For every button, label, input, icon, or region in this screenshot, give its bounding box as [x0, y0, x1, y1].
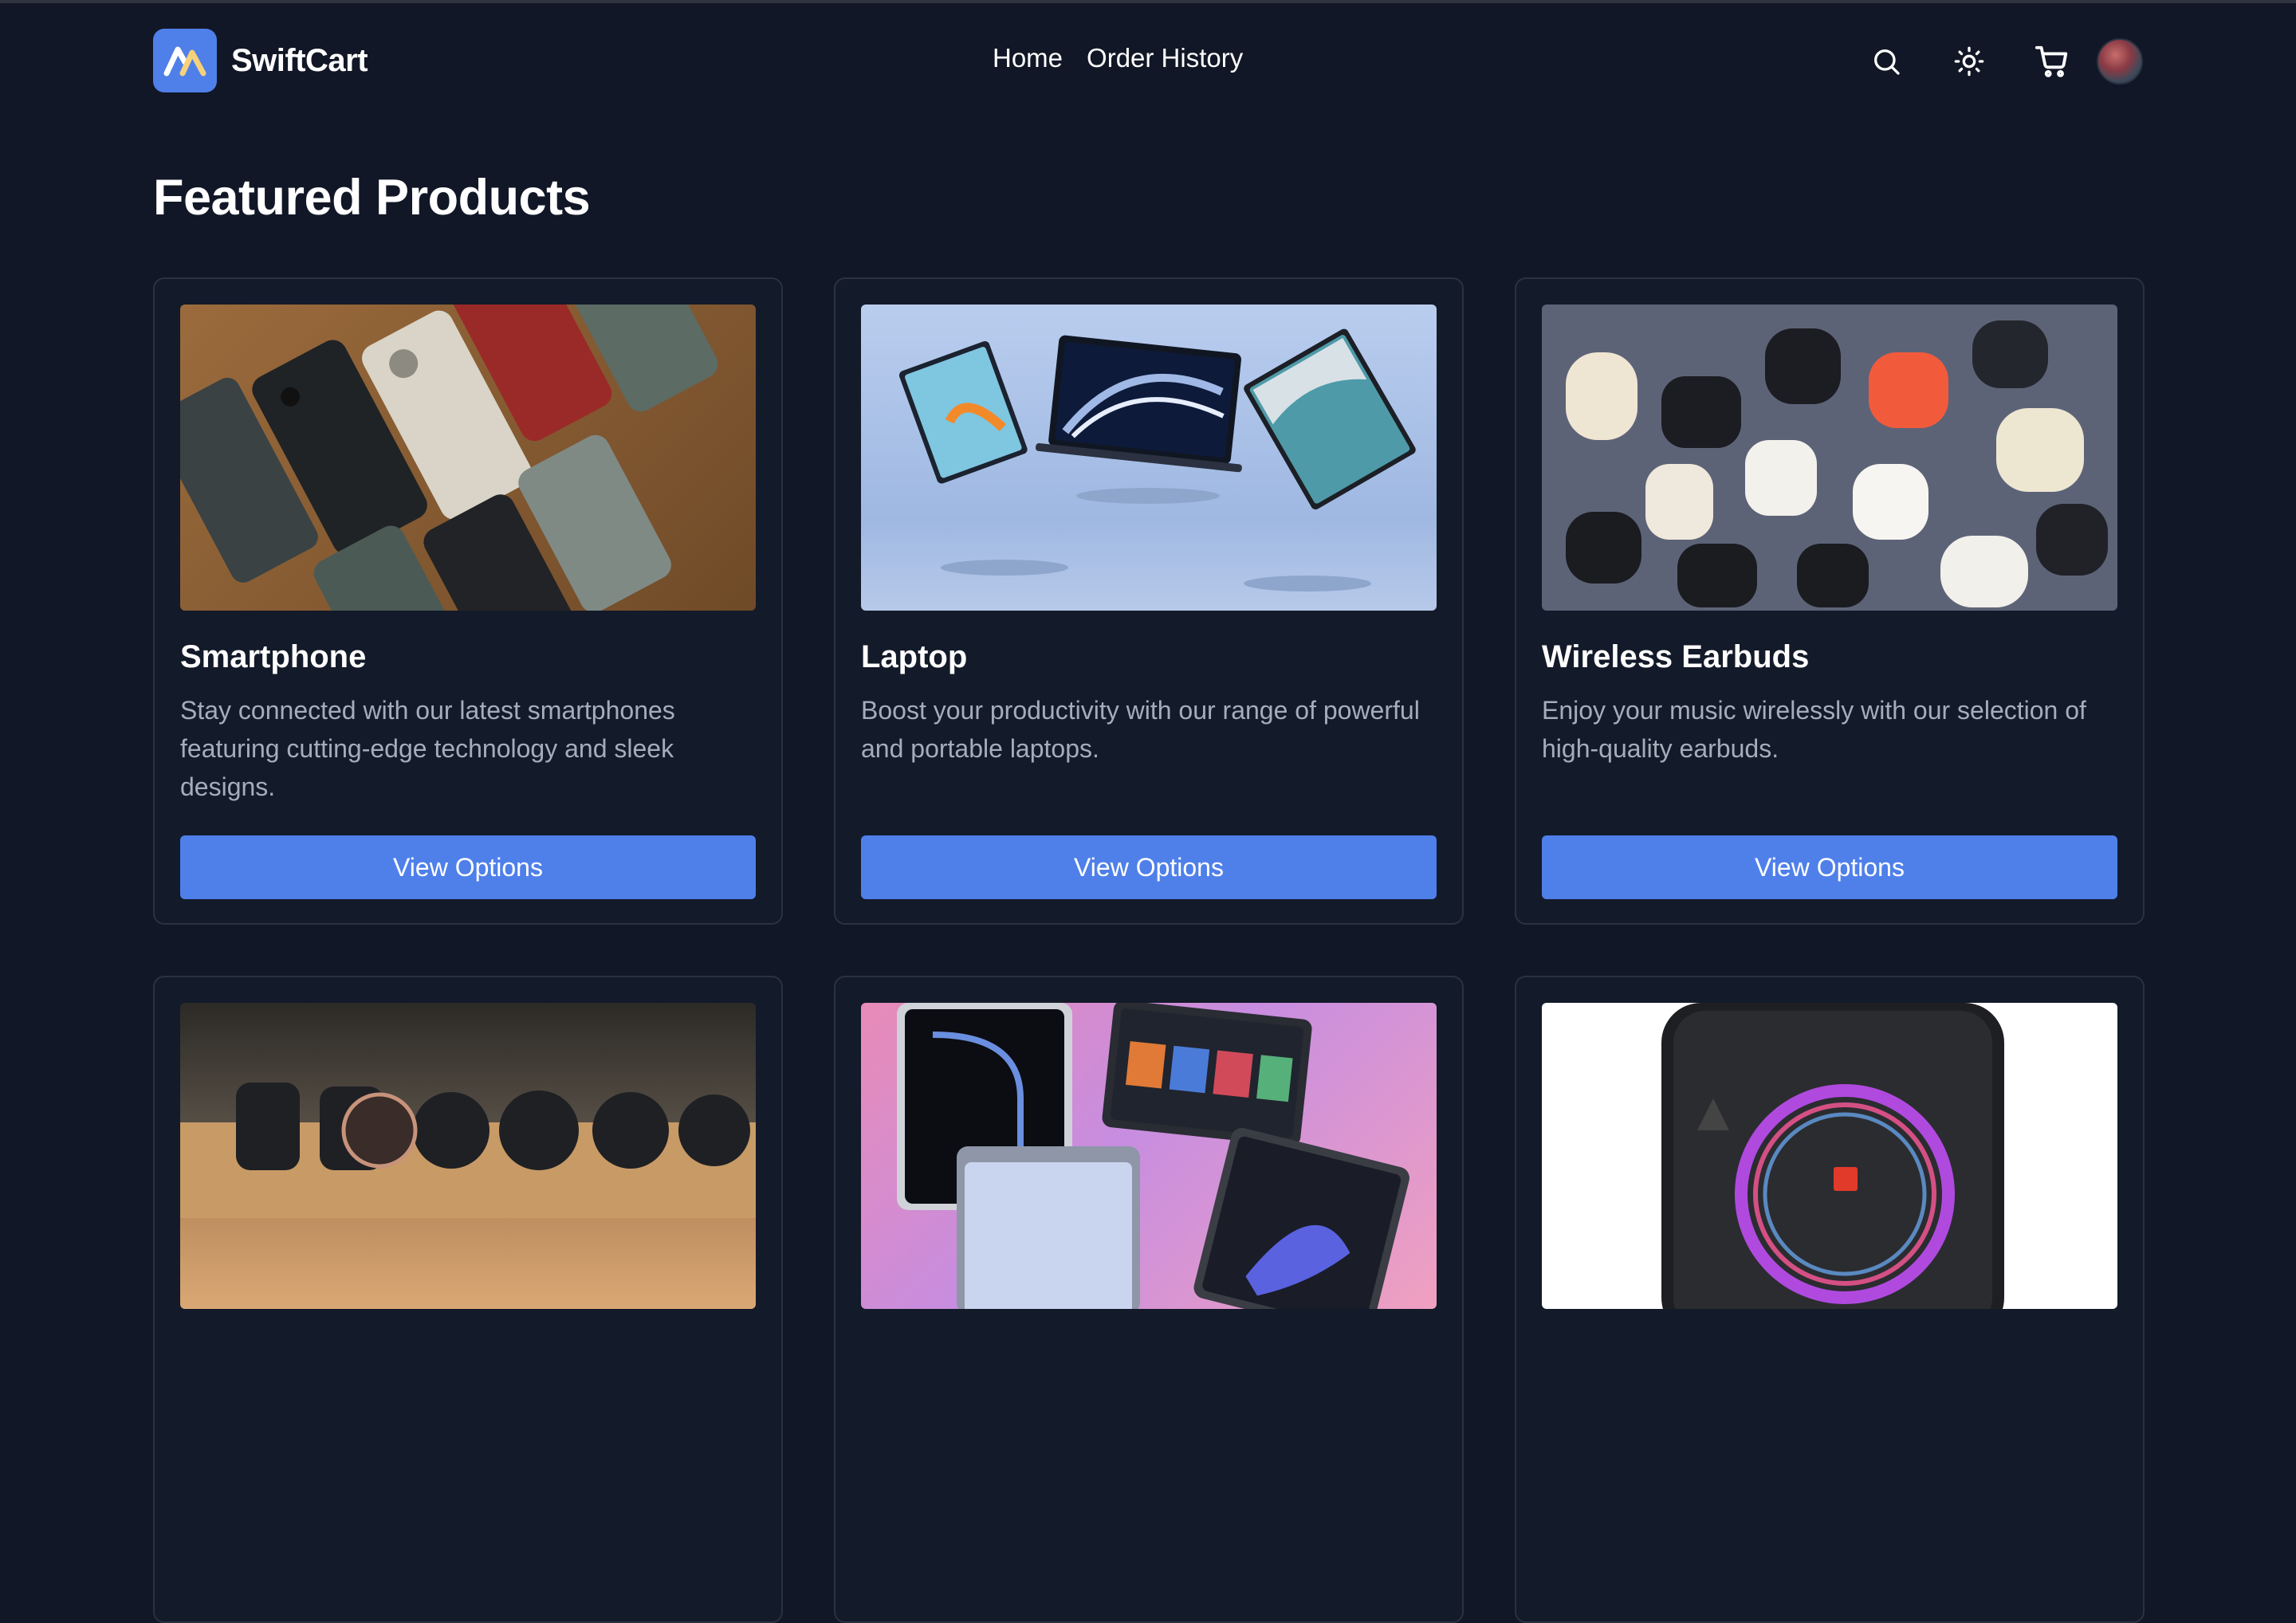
theme-toggle-button[interactable] — [1948, 41, 1990, 82]
brand-name: SwiftCart — [231, 42, 368, 78]
tablets-photo — [861, 1003, 1437, 1309]
main-nav: Home Order History — [993, 43, 1243, 73]
page-title: Featured Products — [153, 170, 591, 226]
product-title: Smartphone — [180, 639, 367, 674]
site-header: SwiftCart Home Order History — [0, 3, 2296, 118]
product-description: Enjoy your music wirelessly with our sel… — [1542, 696, 2086, 763]
view-options-button[interactable]: View Options — [861, 835, 1437, 899]
earbuds-photo — [1542, 305, 2117, 611]
swiftcart-logo-icon — [153, 29, 217, 92]
product-card-smartphone: Smartphone Stay connected with our lates… — [153, 277, 783, 925]
header-actions — [1866, 38, 2143, 84]
product-grid: Smartphone Stay connected with our lates… — [153, 277, 2145, 1623]
view-options-button[interactable]: View Options — [180, 835, 756, 899]
search-icon — [1874, 49, 1900, 75]
product-card-speaker — [1515, 976, 2145, 1623]
product-description: Boost your productivity with our range o… — [861, 696, 1420, 763]
cart-button[interactable] — [2031, 41, 2073, 82]
search-button[interactable] — [1866, 41, 1907, 82]
product-title: Laptop — [861, 639, 968, 674]
cart-icon — [2035, 45, 2068, 77]
product-card-smartwatches — [153, 976, 783, 1623]
laptops-photo — [861, 305, 1437, 611]
product-title: Wireless Earbuds — [1542, 639, 1810, 674]
brand-logo[interactable]: SwiftCart — [153, 29, 368, 92]
product-card-wireless-earbuds: Wireless Earbuds Enjoy your music wirele… — [1515, 277, 2145, 925]
user-avatar[interactable] — [2097, 38, 2143, 84]
product-description: Stay connected with our latest smartphon… — [180, 696, 675, 801]
nav-link-home[interactable]: Home — [993, 43, 1063, 73]
product-card-tablets — [834, 976, 1464, 1623]
nav-link-order-history[interactable]: Order History — [1087, 43, 1243, 73]
view-options-button[interactable]: View Options — [1542, 835, 2117, 899]
sun-icon — [1954, 46, 1984, 77]
smartphones-photo — [180, 305, 756, 611]
speaker-photo — [1542, 1003, 2117, 1309]
smartwatches-photo — [180, 1003, 756, 1309]
product-card-laptop: Laptop Boost your productivity with our … — [834, 277, 1464, 925]
